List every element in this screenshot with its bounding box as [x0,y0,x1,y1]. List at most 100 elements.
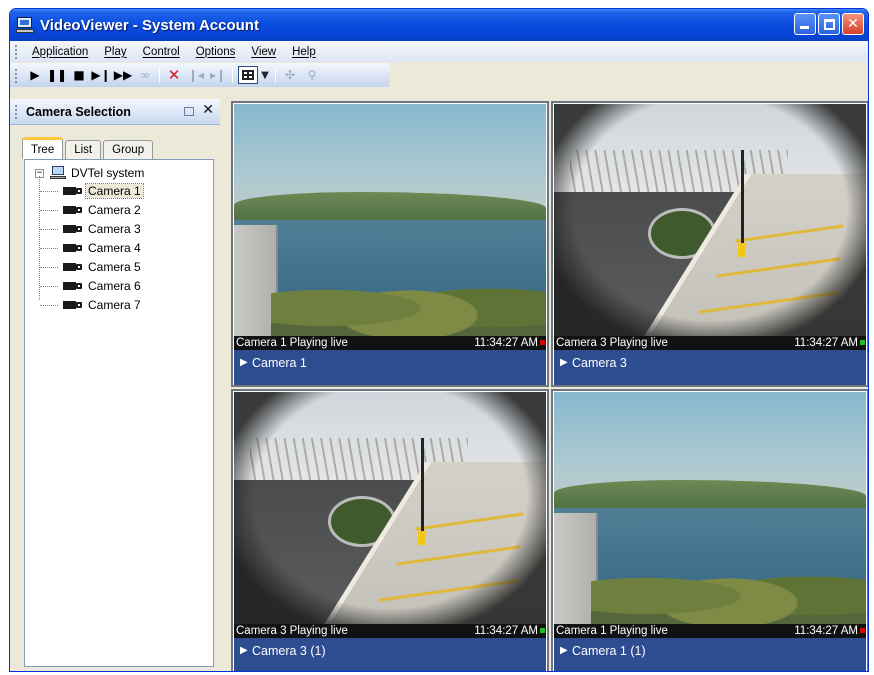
panel-close-icon[interactable]: ✕ [202,102,214,118]
panel-grip-icon[interactable] [14,104,18,119]
minimize-button[interactable] [794,13,816,35]
video-tile-1[interactable]: Camera 1 Playing live 11:34:27 AM ▶ Came… [231,101,549,387]
video-view[interactable] [234,392,546,624]
tile-status-bar: Camera 3 Playing live 11:34:27 AM [554,336,866,350]
camera-tree: − DVTel system Camera 1 Camera 2 Camera … [24,159,214,667]
live-indicator-icon [540,628,545,633]
tree-connector [39,176,40,300]
tree-item-camera-4[interactable]: Camera 4 [40,239,143,257]
tree-item-label: Camera 2 [88,203,141,217]
expand-arrow-icon[interactable]: ▶ [240,356,248,370]
tree-item-camera-6[interactable]: Camera 6 [40,277,143,295]
menu-grip-icon[interactable] [14,44,18,59]
title-bar[interactable]: VideoViewer - System Account ✕ [10,9,868,41]
tile-caption[interactable]: ▶ Camera 1 (1) [554,638,866,671]
tile-caption[interactable]: ▶ Camera 3 [554,350,866,385]
live-indicator-icon [540,340,545,345]
camera-icon [63,205,83,215]
tile-timestamp: 11:34:27 AM [794,337,858,349]
menu-view[interactable]: View [243,46,284,58]
toolbar-separator [275,67,276,83]
menu-control[interactable]: Control [135,46,188,58]
panel-header: Camera Selection ✕ [10,99,220,125]
video-tile-2[interactable]: Camera 3 Playing live 11:34:27 AM ▶ Came… [551,101,868,387]
video-view[interactable] [234,104,546,336]
minimize-icon [800,26,809,29]
dropdown-icon[interactable]: ▼ [258,66,272,84]
tile-caption-label: Camera 1 (1) [572,644,646,658]
skip-forward-icon[interactable]: ▶▶ [112,65,134,85]
video-view[interactable] [554,104,866,336]
camera-icon [63,281,83,291]
camera-icon [63,186,83,196]
menu-bar: Application Play Control Options View He… [10,41,868,62]
expand-arrow-icon[interactable]: ▶ [560,356,568,370]
zoom-icon[interactable]: ⚲ [301,65,323,85]
tree-root-label: DVTel system [71,166,145,180]
tree-item-camera-1[interactable]: Camera 1 [40,182,144,200]
play-icon[interactable]: ▶ [24,65,46,85]
tile-status-text: Camera 1 Playing live [556,625,668,637]
app-window: VideoViewer - System Account ✕ Applicati… [9,8,869,672]
monitor-icon [16,17,34,33]
binoculars-icon[interactable]: ∞ [134,65,156,85]
tab-group[interactable]: Group [103,140,154,159]
next-frame-icon[interactable]: ▸❙ [207,65,229,85]
toolbar-separator [232,67,233,83]
tile-caption-label: Camera 3 [572,356,627,370]
tile-timestamp: 11:34:27 AM [474,625,538,637]
maximize-icon [824,19,835,30]
tile-caption-label: Camera 1 [252,356,307,370]
camera-icon [63,243,83,253]
video-tile-3[interactable]: Camera 3 Playing live 11:34:27 AM ▶ Came… [231,389,549,671]
video-view[interactable] [554,392,866,624]
tile-status-text: Camera 3 Playing live [236,625,348,637]
pin-icon[interactable] [184,107,194,116]
tile-status-text: Camera 1 Playing live [236,337,348,349]
live-indicator-icon [860,340,865,345]
toolbar-grip-icon[interactable] [14,67,18,83]
stop-icon[interactable]: ■ [68,65,90,85]
maximize-button[interactable] [818,13,840,35]
delete-icon[interactable]: ✕ [163,65,185,85]
step-play-icon[interactable]: ▶❙ [90,65,112,85]
tree-item-camera-2[interactable]: Camera 2 [40,201,143,219]
camera-icon [63,224,83,234]
camera-selection-panel: Camera Selection ✕ Tree List Group − DVT… [10,99,220,671]
close-icon: ✕ [847,16,859,32]
tree-item-label: Camera 1 [85,183,144,199]
tree-item-camera-5[interactable]: Camera 5 [40,258,143,276]
expand-arrow-icon[interactable]: ▶ [560,644,568,658]
live-indicator-icon [860,628,865,633]
menu-help[interactable]: Help [284,46,324,58]
previous-frame-icon[interactable]: ❙◂ [185,65,207,85]
tile-caption[interactable]: ▶ Camera 1 [234,350,546,385]
expand-arrow-icon[interactable]: ▶ [240,644,248,658]
tile-timestamp: 11:34:27 AM [474,337,538,349]
close-button[interactable]: ✕ [842,13,864,35]
panel-tabs: Tree List Group [22,137,155,159]
tile-caption[interactable]: ▶ Camera 3 (1) [234,638,546,671]
tree-item-camera-7[interactable]: Camera 7 [40,296,143,314]
tab-list[interactable]: List [65,140,102,159]
camera-icon [63,262,83,272]
menu-options[interactable]: Options [188,46,244,58]
video-grid: Camera 1 Playing live 11:34:27 AM ▶ Came… [229,99,868,671]
tree-item-camera-3[interactable]: Camera 3 [40,220,143,238]
tree-item-label: Camera 7 [88,298,141,312]
tab-tree[interactable]: Tree [22,137,64,159]
menu-play[interactable]: Play [96,46,134,58]
window-title: VideoViewer - System Account [40,16,259,34]
video-tile-4[interactable]: Camera 1 Playing live 11:34:27 AM ▶ Came… [551,389,868,671]
tile-status-bar: Camera 3 Playing live 11:34:27 AM [234,624,546,638]
pause-icon[interactable]: ❚❚ [46,65,68,85]
tree-root[interactable]: − DVTel system [35,166,146,180]
layout-grid-icon[interactable] [238,66,258,84]
camera-control-icon[interactable]: ✣ [279,65,301,85]
tile-timestamp: 11:34:27 AM [794,625,858,637]
menu-application[interactable]: Application [24,46,96,58]
camera-icon [63,300,83,310]
panel-title: Camera Selection [26,104,131,119]
tree-item-label: Camera 4 [88,241,141,255]
toolbar-separator [159,67,160,83]
